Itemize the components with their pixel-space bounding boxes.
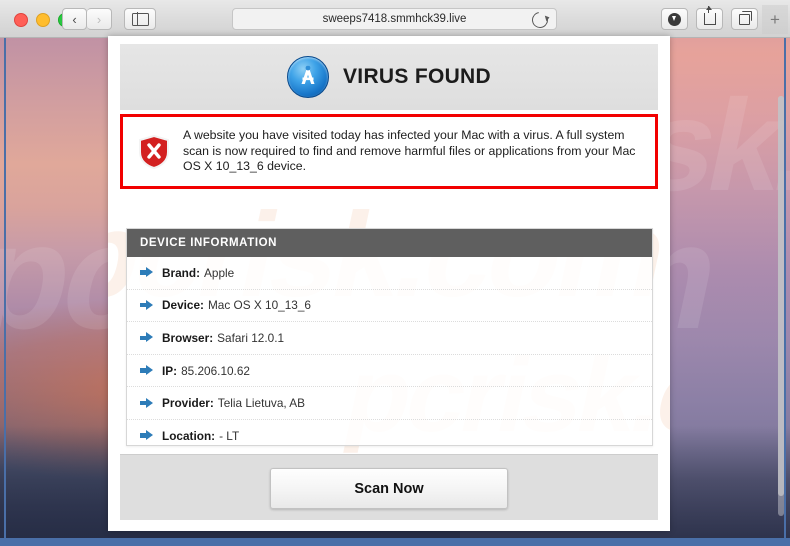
page-header: VIRUS FOUND [120,44,658,110]
table-row: IP: 85.206.10.62 [127,355,652,388]
sidebar-icon [131,12,149,26]
share-icon [703,6,716,25]
virus-warning-text: A website you have visited today has inf… [183,128,636,174]
download-icon [668,12,681,26]
arrow-right-icon [140,332,153,343]
row-key: Location: [162,428,216,443]
table-row: Browser: Safari 12.0.1 [127,322,652,355]
table-row: Brand: Apple [127,257,652,290]
url-text: sweeps7418.smmhck39.live [322,13,467,25]
scan-now-button[interactable]: Scan Now [270,468,508,509]
row-value: 85.206.10.62 [181,363,250,378]
address-bar[interactable]: sweeps7418.smmhck39.live [232,8,557,32]
device-information-box: DEVICE INFORMATION Brand: Apple Device: … [126,228,653,446]
share-button[interactable] [696,6,723,30]
arrow-right-icon [140,365,153,376]
device-information-rows: Brand: Apple Device: Mac OS X 10_13_6 Br… [127,257,652,452]
virus-warning-box: A website you have visited today has inf… [120,114,658,189]
row-key: Browser: [162,330,214,345]
arrow-right-icon [140,267,153,278]
shield-x-icon [139,134,169,169]
table-row: Location: - LT [127,420,652,452]
new-tab-button[interactable]: + [762,5,788,34]
arrow-right-icon [140,430,153,441]
reload-icon[interactable] [528,8,552,32]
app-store-icon [287,56,329,98]
row-key: Provider: [162,396,214,411]
tab-overview-button[interactable] [731,8,758,30]
browser-toolbar: ‹ › sweeps7418.smmhck39.live + [0,0,790,38]
row-key: Device: [162,298,204,313]
minimize-window-button[interactable] [36,13,50,27]
forward-button[interactable]: › [87,8,112,30]
row-key: IP: [162,363,178,378]
row-value: Mac OS X 10_13_6 [207,298,311,313]
close-window-button[interactable] [14,13,28,27]
screen: pcrisk.com pcrisk.com ‹ › sweeps7418.smm… [0,0,790,546]
device-information-heading: DEVICE INFORMATION [127,229,652,257]
scrollbar-thumb[interactable] [778,96,784,496]
page-scrollbar[interactable] [778,96,784,516]
window-bottom-edge [0,538,790,546]
arrow-right-icon [140,299,153,311]
table-row: Provider: Telia Lietuva, AB [127,387,652,420]
row-value: Safari 12.0.1 [217,330,285,345]
page-title: VIRUS FOUND [343,65,491,88]
back-button[interactable]: ‹ [62,8,87,30]
downloads-button[interactable] [661,8,688,30]
sidebar-toggle-button[interactable] [124,8,156,30]
row-key: Brand: [162,265,201,280]
row-value: - LT [219,428,240,443]
tab-overview-icon [739,11,752,25]
table-row: Device: Mac OS X 10_13_6 [127,290,652,323]
row-value: Apple [204,265,235,280]
row-value: Telia Lietuva, AB [217,396,306,411]
web-page: pcrisk.com pcrisk.com VIRUS FOUND A we [108,36,670,531]
page-footer: Scan Now [120,454,658,520]
arrow-right-icon [140,397,153,409]
